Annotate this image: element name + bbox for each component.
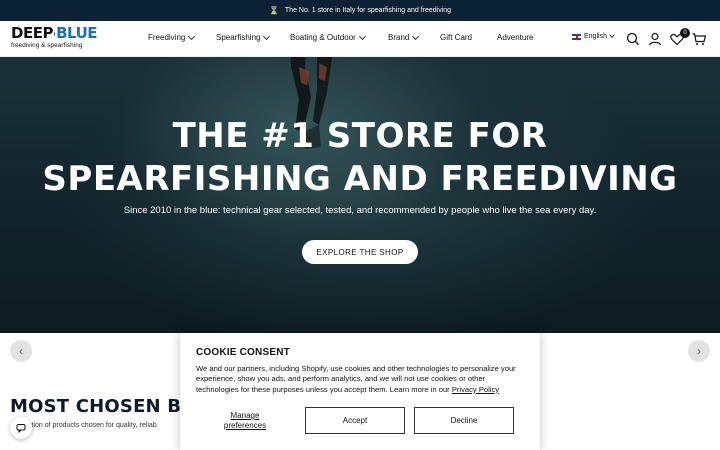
hero-title-line-1: THE #1 STORE FOR [172, 116, 548, 156]
nav-item-adventure[interactable]: Adventure [497, 33, 533, 42]
chevron-down-icon [412, 32, 420, 40]
nav-label: Gift Card [440, 33, 473, 42]
carousel-next-button[interactable]: › [688, 340, 710, 362]
nav-label: Brand [388, 33, 410, 42]
language-selector[interactable]: English [572, 32, 615, 40]
hero-title-line-2: SPEARFISHING AND FREEDIVING [42, 159, 678, 199]
privacy-policy-link[interactable]: Privacy Policy [452, 385, 499, 394]
site-header: DEEP BLUE freediving & spearfishing Free… [0, 21, 720, 57]
explore-shop-button[interactable]: EXPLORE THE SHOP [302, 240, 418, 264]
announcement-text: The No. 1 store in Italy for spearfishin… [284, 7, 452, 14]
nav-label: Adventure [497, 33, 534, 42]
nav-item-spearfishing[interactable]: Spearfishing [216, 32, 271, 42]
section-subtitle: ction of products chosen for quality, re… [28, 422, 157, 429]
wishlist-count-badge: 0 [680, 28, 690, 38]
hourglass-icon: ⌛ [268, 6, 279, 15]
nav-item-freediving[interactable]: Freediving [148, 32, 196, 42]
chevron-down-icon [263, 32, 271, 40]
nav-item-boating-outdoor[interactable]: Boating & Outdoor [290, 32, 366, 42]
language-label: English [584, 33, 607, 40]
nav-label: Freediving [148, 33, 186, 42]
hero-title: THE #1 STORE FOR SPEARFISHING AND FREEDI… [0, 115, 720, 201]
search-icon[interactable] [625, 31, 641, 47]
manage-preferences-link[interactable]: Manage preferences [210, 411, 280, 431]
accept-button[interactable]: Accept [305, 407, 405, 434]
hero-subtitle: Since 2010 in the blue: technical gear s… [123, 205, 597, 216]
hero-banner: THE #1 STORE FOR SPEARFISHING AND FREEDI… [0, 57, 720, 333]
section-title: MOST CHOSEN BY [10, 396, 194, 417]
chevron-down-icon [358, 32, 366, 40]
announcement-bar: ⌛ The No. 1 store in Italy for spearfish… [0, 0, 720, 21]
chevron-right-icon: › [697, 344, 701, 358]
chevron-down-icon [609, 32, 615, 38]
cart-icon[interactable] [691, 31, 707, 47]
cookie-consent-dialog: COOKIE CONSENT We and our partners, incl… [180, 333, 540, 450]
chevron-left-icon: ‹ [19, 344, 23, 358]
nav-item-gift-card[interactable]: Gift Card [440, 33, 472, 42]
cookie-title: COOKIE CONSENT [196, 347, 290, 358]
cookie-text: We and our partners, including Shopify, … [196, 364, 524, 395]
chat-bubble-icon [16, 424, 26, 433]
chevron-down-icon [188, 32, 196, 40]
uk-flag-icon [572, 33, 581, 40]
nav-item-brand[interactable]: Brand [388, 32, 420, 42]
account-icon[interactable] [647, 31, 663, 47]
nav-label: Boating & Outdoor [290, 33, 356, 42]
carousel-prev-button[interactable]: ‹ [10, 340, 32, 362]
decline-button[interactable]: Decline [414, 407, 514, 434]
chat-button[interactable] [10, 417, 32, 439]
nav-label: Spearfishing [216, 33, 261, 42]
